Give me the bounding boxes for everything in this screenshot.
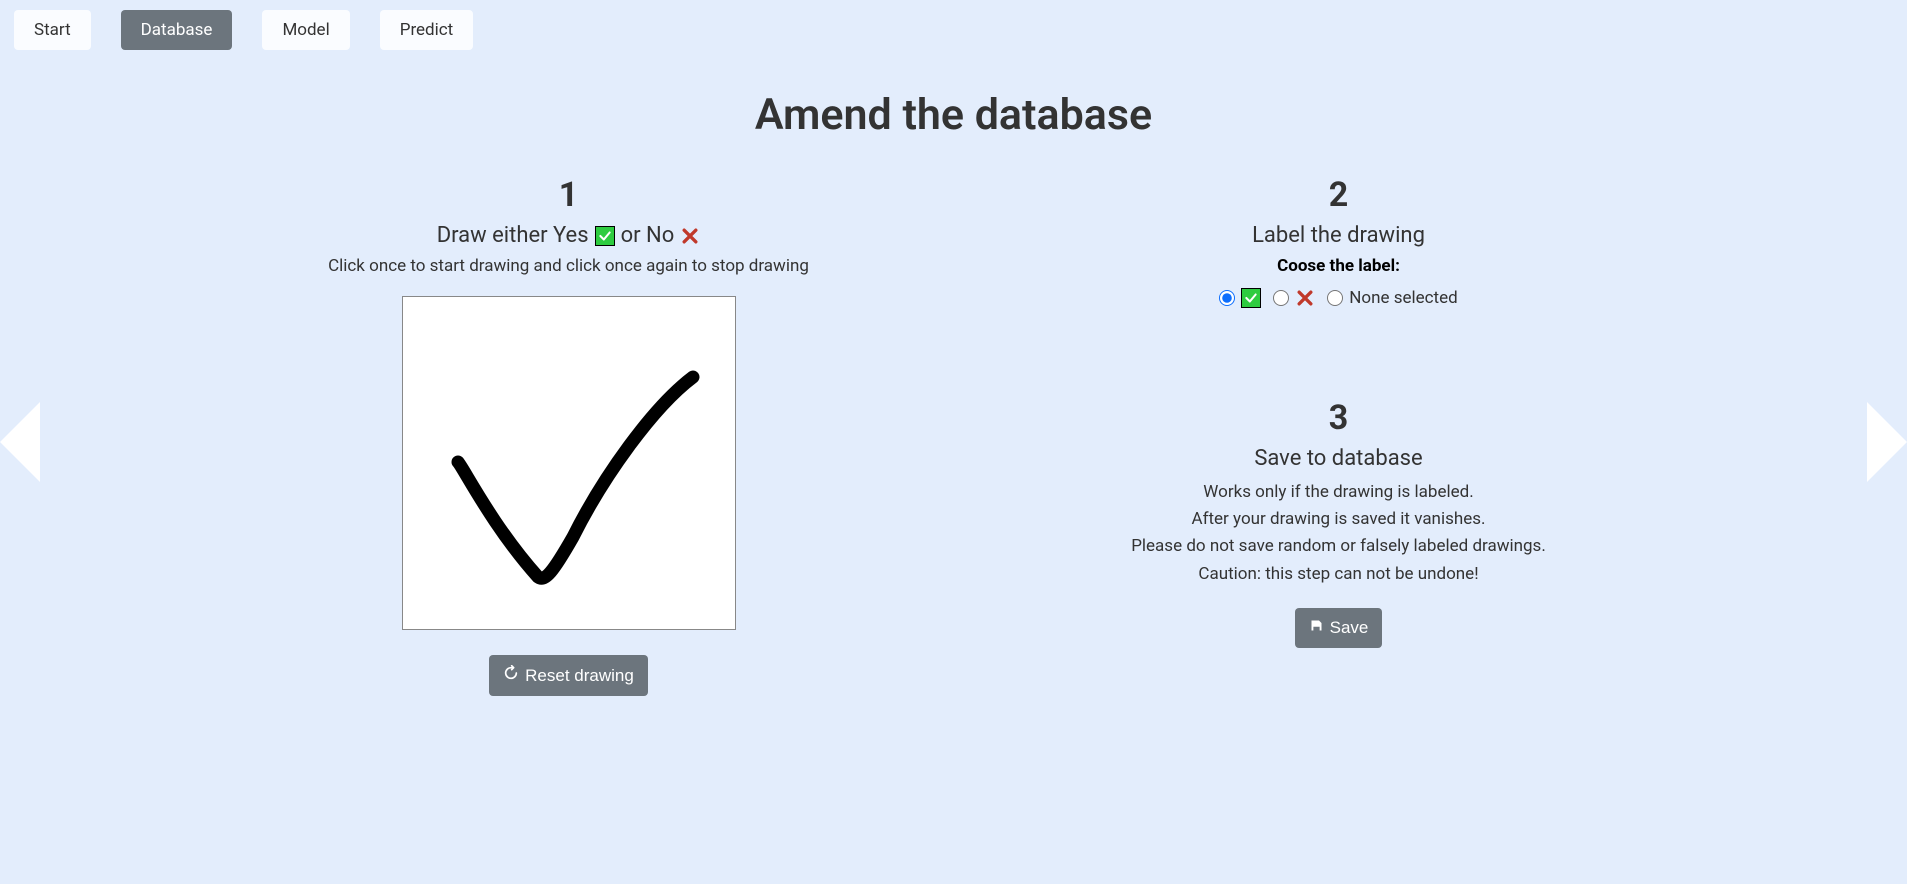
reset-button-label: Reset drawing (525, 666, 634, 686)
radio-none-text: None selected (1349, 288, 1457, 308)
cross-no-icon (1295, 288, 1315, 308)
step2-number: 2 (1079, 175, 1599, 215)
step1-number: 1 (309, 175, 829, 215)
radio-no-label[interactable] (1273, 288, 1315, 308)
step3-line3: Please do not save random or falsely lab… (1079, 533, 1599, 560)
page-title: Amend the database (0, 90, 1907, 140)
step1-title-pre: Draw either Yes (437, 223, 589, 248)
step3-description: Works only if the drawing is labeled. Af… (1079, 479, 1599, 588)
tab-predict[interactable]: Predict (380, 10, 474, 50)
radio-none-label[interactable]: None selected (1327, 288, 1457, 308)
prev-arrow[interactable] (0, 402, 40, 482)
cross-no-icon (680, 226, 700, 246)
radio-yes-label[interactable] (1219, 288, 1261, 308)
step3-line4: Caution: this step can not be undone! (1079, 561, 1599, 588)
reset-icon (503, 665, 519, 686)
step2-panel: 2 Label the drawing Coose the label: (1079, 175, 1599, 308)
step1-subtitle: Click once to start drawing and click on… (309, 256, 829, 276)
drawing-canvas[interactable] (402, 296, 736, 630)
save-icon (1309, 618, 1324, 638)
tab-model[interactable]: Model (262, 10, 349, 50)
step3-title: Save to database (1079, 446, 1599, 471)
step1-title: Draw either Yes or No (309, 223, 829, 248)
checkmark-yes-icon (595, 226, 615, 246)
radio-no[interactable] (1273, 290, 1289, 306)
step3-panel: 3 Save to database Works only if the dra… (1079, 398, 1599, 648)
checkmark-yes-icon (1241, 288, 1261, 308)
choose-label-text: Coose the label: (1079, 256, 1599, 276)
step1-panel: 1 Draw either Yes or No Click once to st… (309, 175, 829, 696)
next-arrow[interactable] (1867, 402, 1907, 482)
tab-database[interactable]: Database (121, 10, 233, 50)
step3-number: 3 (1079, 398, 1599, 438)
save-button[interactable]: Save (1295, 608, 1383, 648)
save-button-label: Save (1330, 618, 1369, 638)
radio-none[interactable] (1327, 290, 1343, 306)
nav-tabs: Start Database Model Predict (0, 0, 1907, 60)
step3-line1: Works only if the drawing is labeled. (1079, 479, 1599, 506)
tab-start[interactable]: Start (14, 10, 91, 50)
right-column: 2 Label the drawing Coose the label: (1079, 175, 1599, 696)
label-radio-group: None selected (1079, 288, 1599, 308)
radio-yes[interactable] (1219, 290, 1235, 306)
reset-drawing-button[interactable]: Reset drawing (489, 655, 648, 696)
step2-title: Label the drawing (1079, 223, 1599, 248)
step3-line2: After your drawing is saved it vanishes. (1079, 506, 1599, 533)
step1-title-mid: or No (621, 223, 675, 248)
